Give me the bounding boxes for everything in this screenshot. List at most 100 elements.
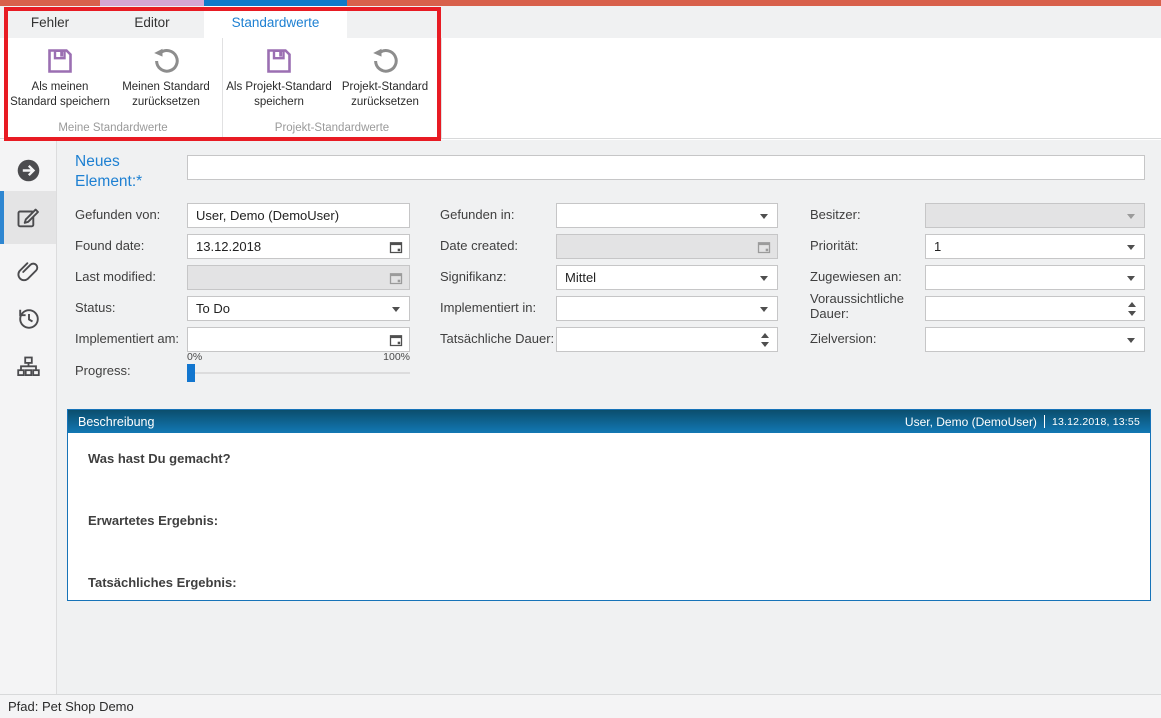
meta-divider xyxy=(1044,415,1045,428)
dropdown-caret-icon xyxy=(760,307,768,312)
beschreibung-meta: User, Demo (DemoUser) 13.12.2018, 13:55 xyxy=(905,415,1140,429)
dropdown-caret-icon xyxy=(1127,338,1135,343)
sidebar xyxy=(0,140,57,694)
sidebar-item-hierarchy[interactable] xyxy=(15,354,42,381)
voraussichtliche-dauer-label: Voraussichtliche Dauer: xyxy=(810,292,916,322)
progress-label: Progress: xyxy=(75,364,131,379)
paperclip-icon xyxy=(15,272,42,289)
slider-thumb[interactable] xyxy=(187,364,195,382)
gefunden-in-select[interactable] xyxy=(556,203,778,228)
sidebar-item-editor[interactable] xyxy=(15,204,42,231)
ribbon-group-meine-standardwerte: Als meinen Standard speichern Meinen Sta… xyxy=(4,38,223,138)
hierarchy-icon xyxy=(15,368,42,385)
implementiert-in-select[interactable] xyxy=(556,296,778,321)
implementiert-am-label: Implementiert am: xyxy=(75,332,179,347)
sidebar-active-indicator xyxy=(0,191,4,244)
button-label: Als Projekt-Standard speichern xyxy=(226,80,331,110)
zugewiesen-an-label: Zugewiesen an: xyxy=(810,270,902,285)
status-path: Pfad: Pet Shop Demo xyxy=(8,699,134,714)
tatsaechliche-dauer-label: Tatsächliche Dauer: xyxy=(440,332,554,347)
tab-standardwerte[interactable]: Standardwerte xyxy=(204,6,347,38)
tab-editor[interactable]: Editor xyxy=(100,6,204,38)
besitzer-select xyxy=(925,203,1145,228)
button-label: Projekt-Standard zurücksetzen xyxy=(342,80,428,110)
save-my-default-button[interactable]: Als meinen Standard speichern xyxy=(7,38,113,122)
reset-icon xyxy=(151,43,181,79)
calendar-icon[interactable] xyxy=(388,332,404,351)
spinner-arrows-icon[interactable] xyxy=(1128,302,1136,316)
content: Neues Element:* Gefunden von: User, Demo… xyxy=(0,140,1161,694)
editor-form: Neues Element:* Gefunden von: User, Demo… xyxy=(57,140,1161,694)
beschreibung-timestamp: 13.12.2018, 13:55 xyxy=(1052,416,1140,428)
ribbon-tab-row: Fehler Editor Standardwerte xyxy=(0,6,1161,38)
last-modified-input xyxy=(187,265,410,290)
beschreibung-title: Beschreibung xyxy=(78,415,154,429)
voraussichtliche-dauer-spinner[interactable] xyxy=(925,296,1145,321)
beschreibung-header: Beschreibung User, Demo (DemoUser) 13.12… xyxy=(68,410,1150,433)
status-bar: Pfad: Pet Shop Demo xyxy=(0,694,1161,718)
reset-my-default-button[interactable]: Meinen Standard zurücksetzen xyxy=(113,38,219,122)
signifikanz-label: Signifikanz: xyxy=(440,270,506,285)
beschreibung-author: User, Demo (DemoUser) xyxy=(905,415,1037,429)
dropdown-caret-icon xyxy=(392,307,400,312)
prioritaet-label: Priorität: xyxy=(810,239,858,254)
beschreibung-editor[interactable]: Was hast Du gemacht? Erwartetes Ergebnis… xyxy=(68,433,1150,590)
dropdown-caret-icon xyxy=(1127,276,1135,281)
gefunden-von-input[interactable]: User, Demo (DemoUser) xyxy=(187,203,410,228)
spinner-arrows-icon[interactable] xyxy=(761,333,769,347)
sidebar-item-submit[interactable] xyxy=(15,157,42,184)
slider-max-label: 100% xyxy=(383,351,410,363)
calendar-icon xyxy=(756,239,772,258)
prompt-erwartetes-ergebnis: Erwartetes Ergebnis: xyxy=(88,513,1130,528)
reset-icon xyxy=(370,43,400,79)
calendar-icon[interactable] xyxy=(388,239,404,258)
date-created-label: Date created: xyxy=(440,239,518,254)
implementiert-am-input[interactable] xyxy=(187,327,410,352)
gefunden-von-label: Gefunden von: xyxy=(75,208,160,223)
gefunden-in-label: Gefunden in: xyxy=(440,208,514,223)
save-project-default-button[interactable]: Als Projekt-Standard speichern xyxy=(226,38,332,122)
tab-fehler[interactable]: Fehler xyxy=(0,6,100,38)
date-created-input xyxy=(556,234,778,259)
sidebar-item-attachments[interactable] xyxy=(15,258,42,285)
edit-icon xyxy=(15,218,42,235)
history-icon xyxy=(15,319,42,336)
calendar-icon xyxy=(388,270,404,289)
prioritaet-select[interactable]: 1 xyxy=(925,234,1145,259)
implementiert-in-label: Implementiert in: xyxy=(440,301,536,316)
button-label: Meinen Standard zurücksetzen xyxy=(122,80,210,110)
neues-element-input[interactable] xyxy=(187,155,1145,180)
beschreibung-section: Beschreibung User, Demo (DemoUser) 13.12… xyxy=(67,409,1151,601)
zielversion-label: Zielversion: xyxy=(810,332,876,347)
last-modified-label: Last modified: xyxy=(75,270,156,285)
tatsaechliche-dauer-spinner[interactable] xyxy=(556,327,778,352)
zielversion-select[interactable] xyxy=(925,327,1145,352)
neues-element-label: Neues Element:* xyxy=(75,152,165,192)
dropdown-caret-icon xyxy=(760,276,768,281)
ribbon-body: Als meinen Standard speichern Meinen Sta… xyxy=(0,38,1161,138)
zugewiesen-an-select[interactable] xyxy=(925,265,1145,290)
found-date-label: Found date: xyxy=(75,239,144,254)
found-date-input[interactable]: 13.12.2018 xyxy=(187,234,410,259)
signifikanz-select[interactable]: Mittel xyxy=(556,265,778,290)
button-label: Als meinen Standard speichern xyxy=(10,80,110,110)
slider-track[interactable] xyxy=(187,372,410,374)
sidebar-item-history[interactable] xyxy=(15,305,42,332)
ribbon: Fehler Editor Standardwerte xyxy=(0,6,1161,139)
reset-project-default-button[interactable]: Projekt-Standard zurücksetzen xyxy=(332,38,438,122)
ribbon-group-label: Meine Standardwerte xyxy=(7,122,219,138)
dropdown-caret-icon xyxy=(1127,245,1135,250)
dropdown-caret-icon xyxy=(1127,214,1135,219)
save-icon xyxy=(264,43,294,79)
ribbon-group-projekt-standardwerte: Als Projekt-Standard speichern Projekt-S… xyxy=(223,38,442,138)
tab-row-filler xyxy=(347,6,1161,38)
progress-slider[interactable]: 0% 100% xyxy=(187,351,410,383)
status-select[interactable]: To Do xyxy=(187,296,410,321)
prompt-was-hast-du-gemacht: Was hast Du gemacht? xyxy=(88,451,1130,466)
ribbon-group-label: Projekt-Standardwerte xyxy=(226,122,438,138)
besitzer-label: Besitzer: xyxy=(810,208,861,223)
submit-arrow-icon xyxy=(15,171,42,188)
save-icon xyxy=(45,43,75,79)
app-window: Fehler Editor Standardwerte xyxy=(0,0,1161,718)
slider-min-label: 0% xyxy=(187,351,202,363)
